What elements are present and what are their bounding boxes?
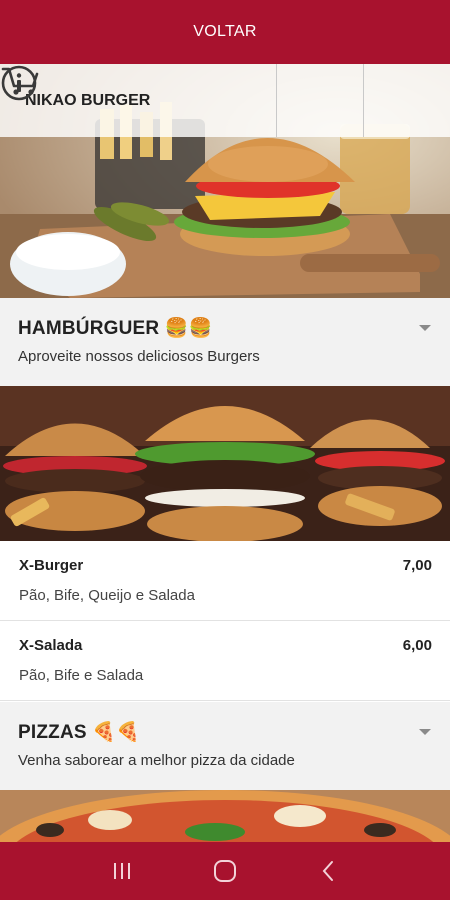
pizza-photo	[0, 790, 450, 842]
item-price: 6,00	[402, 637, 432, 654]
item-description: Pão, Bife, Queijo e Salada	[19, 587, 195, 604]
item-name: X-Salada	[19, 637, 83, 654]
category-title: HAMBÚRGUER 🍔🍔	[18, 318, 213, 339]
home-icon	[213, 860, 236, 882]
chevron-down-icon	[419, 729, 431, 735]
system-back-button[interactable]	[308, 851, 348, 891]
menu-item[interactable]: X-Salada 6,00 Pão, Bife e Salada	[0, 621, 450, 701]
recent-apps-icon	[113, 863, 130, 879]
burgers-photo	[0, 386, 450, 541]
cart-icon	[1, 67, 39, 95]
category-pizzas[interactable]: PIZZAS 🍕🍕 Venha saborear a melhor pizza …	[0, 702, 450, 790]
store-name: NIKAO BURGER	[25, 91, 151, 109]
category-hamburguer[interactable]: HAMBÚRGUER 🍔🍔 Aproveite nossos delicioso…	[0, 298, 450, 386]
item-price: 7,00	[402, 557, 432, 574]
category-description: Aproveite nossos deliciosos Burgers	[18, 348, 260, 365]
system-navigation-bar	[0, 842, 450, 900]
chevron-down-icon	[419, 325, 431, 331]
home-button[interactable]	[205, 851, 245, 891]
top-bar: VOLTAR	[0, 0, 450, 64]
store-hero-image: NIKAO BURGER	[0, 64, 450, 298]
category-banner-burgers	[0, 386, 450, 541]
info-button[interactable]	[1, 64, 363, 137]
menu-item[interactable]: X-Burger 7,00 Pão, Bife, Queijo e Salada	[0, 541, 450, 621]
back-button[interactable]: VOLTAR	[193, 23, 256, 41]
item-description: Pão, Bife e Salada	[19, 667, 144, 684]
recent-apps-button[interactable]	[102, 851, 142, 891]
back-icon	[322, 861, 334, 881]
cart-button[interactable]	[1, 64, 450, 137]
category-title: PIZZAS 🍕🍕	[18, 722, 140, 743]
store-header-bar: NIKAO BURGER	[0, 64, 450, 137]
category-banner-pizzas	[0, 790, 450, 842]
item-name: X-Burger	[19, 557, 84, 574]
category-description: Venha saborear a melhor pizza da cidade	[18, 752, 295, 769]
